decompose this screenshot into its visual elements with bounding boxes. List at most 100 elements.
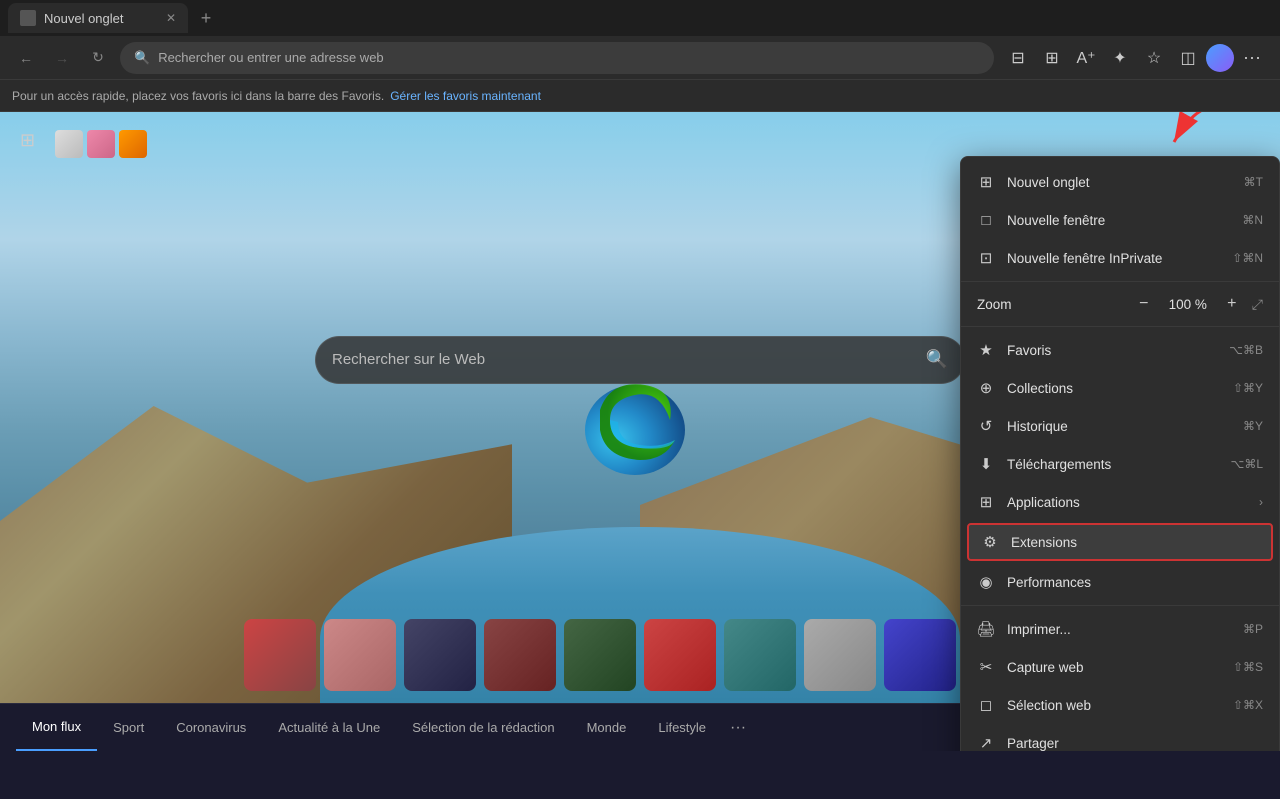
share-menu-icon: ↗	[977, 734, 995, 751]
menu-applications-label: Applications	[1007, 495, 1239, 510]
print-menu-icon: 🖨	[977, 620, 995, 638]
menu-capture[interactable]: ✂ Capture web ⇧⌘S	[961, 648, 1279, 686]
nav-item-coronavirus[interactable]: Coronavirus	[160, 704, 262, 751]
menu-favorites-shortcut: ⌥⌘B	[1229, 343, 1263, 357]
menu-extensions[interactable]: ⚙ Extensions	[967, 523, 1273, 561]
new-tab-button[interactable]: +	[192, 4, 220, 32]
menu-collections-shortcut: ⇧⌘Y	[1233, 381, 1263, 395]
dropdown-menu: ⊞ Nouvel onglet ⌘T □ Nouvelle fenêtre ⌘N…	[960, 156, 1280, 751]
manage-favorites-link[interactable]: Gérer les favoris maintenant	[390, 89, 541, 103]
forward-button[interactable]: →	[48, 44, 76, 72]
zoom-expand-button[interactable]: ⤢	[1252, 296, 1263, 313]
menu-favorites[interactable]: ★ Favoris ⌥⌘B	[961, 331, 1279, 369]
menu-share[interactable]: ↗ Partager	[961, 724, 1279, 751]
thumb-3[interactable]	[404, 619, 476, 691]
menu-divider-2	[961, 326, 1279, 327]
thumbnail-row	[244, 619, 1036, 691]
menu-performances[interactable]: ◉ Performances	[961, 563, 1279, 601]
font-icon[interactable]: A⁺	[1070, 42, 1102, 74]
menu-print-label: Imprimer...	[1007, 622, 1231, 637]
menu-new-window[interactable]: □ Nouvelle fenêtre ⌘N	[961, 201, 1279, 239]
thumb-9[interactable]	[884, 619, 956, 691]
tab-favicon	[20, 10, 36, 26]
zoom-out-button[interactable]: −	[1132, 292, 1156, 316]
url-bar[interactable]: 🔍 Rechercher ou entrer une adresse web	[120, 42, 994, 74]
menu-downloads-label: Téléchargements	[1007, 457, 1218, 472]
thumb-6[interactable]	[644, 619, 716, 691]
main-content: ⊞ Rechercher sur le Web 🔍	[0, 112, 1280, 751]
menu-selection-web[interactable]: ◻ Sélection web ⇧⌘X	[961, 686, 1279, 724]
thumb-5[interactable]	[564, 619, 636, 691]
menu-capture-label: Capture web	[1007, 660, 1221, 675]
grid-view-icon[interactable]: ⊞	[1036, 42, 1068, 74]
nav-more-button[interactable]: ···	[730, 719, 746, 737]
edge-logo	[580, 360, 700, 480]
menu-share-label: Partager	[1007, 736, 1263, 751]
menu-new-tab-label: Nouvel onglet	[1007, 175, 1232, 190]
menu-collections[interactable]: ⊕ Collections ⇧⌘Y	[961, 369, 1279, 407]
zoom-in-button[interactable]: +	[1220, 292, 1244, 316]
menu-downloads[interactable]: ⬇ Téléchargements ⌥⌘L	[961, 445, 1279, 483]
history-menu-icon: ↺	[977, 417, 995, 435]
favorites-bar: Pour un accès rapide, placez vos favoris…	[0, 80, 1280, 112]
refresh-button[interactable]: ↻	[84, 44, 112, 72]
browser-chrome: Nouvel onglet ✕ + ← → ↻ 🔍 Rechercher ou …	[0, 0, 1280, 112]
menu-new-tab-shortcut: ⌘T	[1244, 175, 1263, 189]
active-tab[interactable]: Nouvel onglet ✕	[8, 3, 188, 33]
search-icon: 🔍	[926, 349, 948, 370]
favorites-bar-text: Pour un accès rapide, placez vos favoris…	[12, 89, 384, 103]
menu-button[interactable]: ···	[1236, 42, 1268, 74]
capture-menu-icon: ✂	[977, 658, 995, 676]
new-tab-menu-icon: ⊞	[977, 173, 995, 191]
nav-item-lifestyle[interactable]: Lifestyle	[642, 704, 722, 751]
split-view-icon[interactable]: ⊟	[1002, 42, 1034, 74]
selection-web-icon: ◻	[977, 696, 995, 714]
menu-extensions-label: Extensions	[1011, 535, 1259, 550]
nav-item-actualite[interactable]: Actualité à la Une	[262, 704, 396, 751]
menu-collections-label: Collections	[1007, 381, 1221, 396]
profile-avatar[interactable]	[1206, 44, 1234, 72]
tab-title: Nouvel onglet	[44, 11, 158, 26]
copilot-icon[interactable]: ✦	[1104, 42, 1136, 74]
performances-menu-icon: ◉	[977, 573, 995, 591]
menu-new-window-shortcut: ⌘N	[1242, 213, 1263, 227]
favorites-menu-icon: ★	[977, 341, 995, 359]
toolbar-icons: ⊟ ⊞ A⁺ ✦ ☆ ◫ ···	[1002, 42, 1268, 74]
menu-history[interactable]: ↺ Historique ⌘Y	[961, 407, 1279, 445]
menu-inprivate[interactable]: ⊡ Nouvelle fenêtre InPrivate ⇧⌘N	[961, 239, 1279, 277]
fav-item-2[interactable]	[87, 130, 115, 158]
thumb-2[interactable]	[324, 619, 396, 691]
zoom-label: Zoom	[977, 297, 1012, 312]
nav-item-selection[interactable]: Sélection de la rédaction	[396, 704, 570, 751]
collections-menu-icon: ⊕	[977, 379, 995, 397]
apps-grid-icon[interactable]: ⊞	[20, 130, 35, 151]
menu-divider-1	[961, 281, 1279, 282]
favorites-icon[interactable]: ☆	[1138, 42, 1170, 74]
menu-favorites-label: Favoris	[1007, 343, 1217, 358]
search-icon: 🔍	[134, 50, 150, 66]
back-button[interactable]: ←	[12, 44, 40, 72]
tab-bar: Nouvel onglet ✕ +	[0, 0, 1280, 36]
nav-item-sport[interactable]: Sport	[97, 704, 160, 751]
nav-item-monde[interactable]: Monde	[571, 704, 643, 751]
menu-divider-3	[961, 605, 1279, 606]
menu-capture-shortcut: ⇧⌘S	[1233, 660, 1263, 674]
collections-icon[interactable]: ◫	[1172, 42, 1204, 74]
fav-item-1[interactable]	[55, 130, 83, 158]
menu-new-tab[interactable]: ⊞ Nouvel onglet ⌘T	[961, 163, 1279, 201]
thumb-8[interactable]	[804, 619, 876, 691]
menu-inprivate-shortcut: ⇧⌘N	[1232, 251, 1263, 265]
thumb-7[interactable]	[724, 619, 796, 691]
downloads-menu-icon: ⬇	[977, 455, 995, 473]
url-text: Rechercher ou entrer une adresse web	[158, 50, 980, 65]
menu-performances-label: Performances	[1007, 575, 1263, 590]
menu-print[interactable]: 🖨 Imprimer... ⌘P	[961, 610, 1279, 648]
thumb-4[interactable]	[484, 619, 556, 691]
nav-item-mon-flux[interactable]: Mon flux	[16, 704, 97, 751]
menu-history-label: Historique	[1007, 419, 1231, 434]
thumb-1[interactable]	[244, 619, 316, 691]
menu-applications[interactable]: ⊞ Applications ›	[961, 483, 1279, 521]
tab-close-button[interactable]: ✕	[166, 11, 176, 25]
menu-new-window-label: Nouvelle fenêtre	[1007, 213, 1230, 228]
fav-item-3[interactable]	[119, 130, 147, 158]
